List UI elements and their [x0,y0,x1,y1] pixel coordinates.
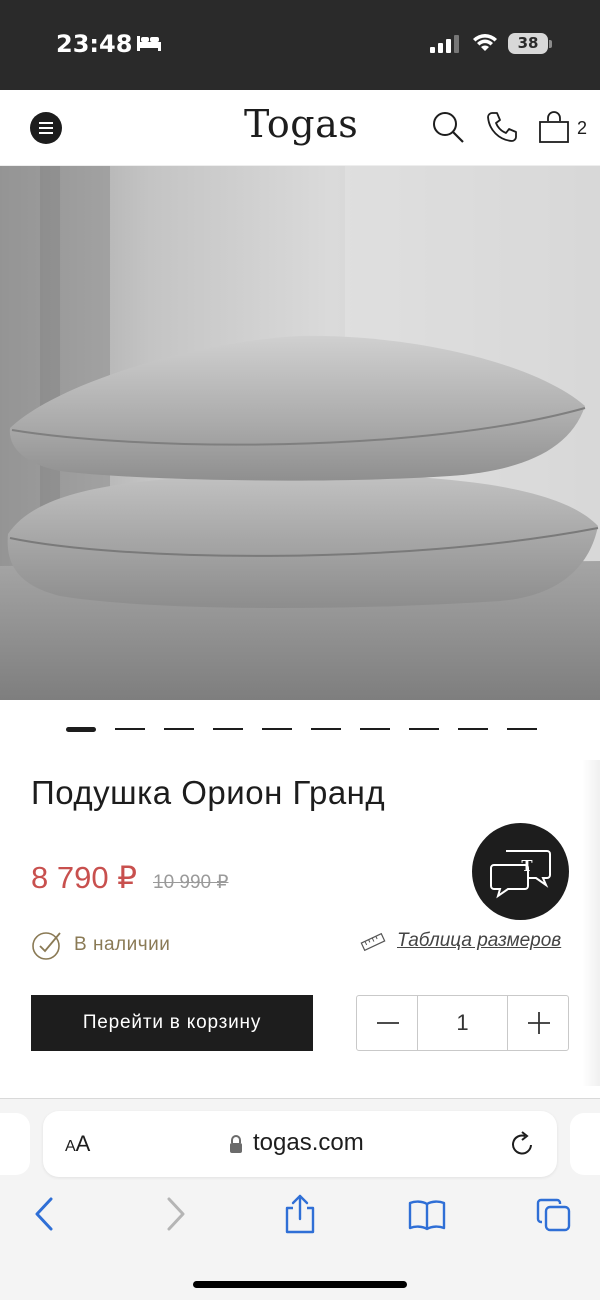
chat-icon: T [490,850,551,899]
battery-level: 38 [508,33,548,54]
text-size-small-letter: A [65,1138,76,1155]
quantity-stepper: 1 [356,995,569,1051]
address-bar[interactable]: AA togas.com [43,1111,557,1177]
old-price: 10 990 ₽ [153,872,229,893]
size-table-link[interactable]: Таблица размеров [397,930,561,952]
carousel-dot[interactable] [360,728,390,730]
carousel-dot[interactable] [409,728,439,730]
menu-icon-line [39,132,53,134]
carousel-dot-active[interactable] [66,727,96,732]
battery-tip [549,40,552,48]
carousel-dot[interactable] [164,728,194,730]
carousel-dot[interactable] [507,728,537,730]
quantity-decrease-button[interactable] [357,996,418,1050]
search-icon[interactable] [431,110,465,144]
go-to-cart-button[interactable]: Перейти в корзину [31,995,313,1051]
carousel-dot[interactable] [311,728,341,730]
previous-tab-preview[interactable] [0,1113,30,1175]
reload-icon[interactable] [509,1130,537,1158]
bookmarks-icon[interactable] [407,1199,447,1231]
side-panel-shadow [582,760,600,1100]
carousel-dot[interactable] [115,728,145,730]
minus-icon [377,1022,399,1024]
cart-count: 2 [577,118,588,138]
carousel-dot[interactable] [262,728,292,730]
menu-icon-line [39,122,53,124]
sleep-mode-icon [137,36,161,51]
stock-status: В наличии [74,934,171,955]
next-tab-preview[interactable] [570,1113,600,1175]
pillow-photo [0,166,600,700]
status-time: 23:48 [56,30,133,58]
url-text[interactable]: togas.com [253,1129,364,1157]
text-size-button[interactable]: AA [65,1131,90,1157]
text-size-big-letter: A [75,1131,91,1156]
product-title: Подушка Орион Гранд [31,774,386,811]
carousel-dot[interactable] [213,728,243,730]
quantity-value[interactable]: 1 [418,996,507,1050]
share-icon[interactable] [283,1193,317,1235]
forward-icon[interactable] [160,1195,190,1233]
carousel-dot[interactable] [458,728,488,730]
cart-icon[interactable] [537,110,571,146]
menu-icon-line [39,127,53,129]
lock-icon [230,1135,242,1153]
current-price: 8 790 ₽ [31,860,137,895]
plus-icon [528,1012,550,1034]
back-icon[interactable] [30,1195,60,1233]
wifi-icon [473,34,497,51]
chat-button[interactable]: T [472,823,569,920]
browser-toolbar: AA togas.com [0,1098,600,1300]
in-stock-check-icon [32,932,61,960]
home-indicator[interactable] [193,1281,407,1288]
chat-badge-letter: T [521,857,533,875]
quantity-increase-button[interactable] [507,996,568,1050]
cellular-signal-icon [430,35,459,53]
ruler-icon [360,932,386,952]
product-image[interactable] [0,166,600,700]
site-logo[interactable]: Togas [244,102,358,146]
phone-icon[interactable] [485,110,519,144]
site-header: Togas 2 [0,90,600,166]
menu-button[interactable] [30,112,62,144]
tabs-icon[interactable] [536,1197,572,1233]
status-bar: 23:48 38 [0,0,600,90]
